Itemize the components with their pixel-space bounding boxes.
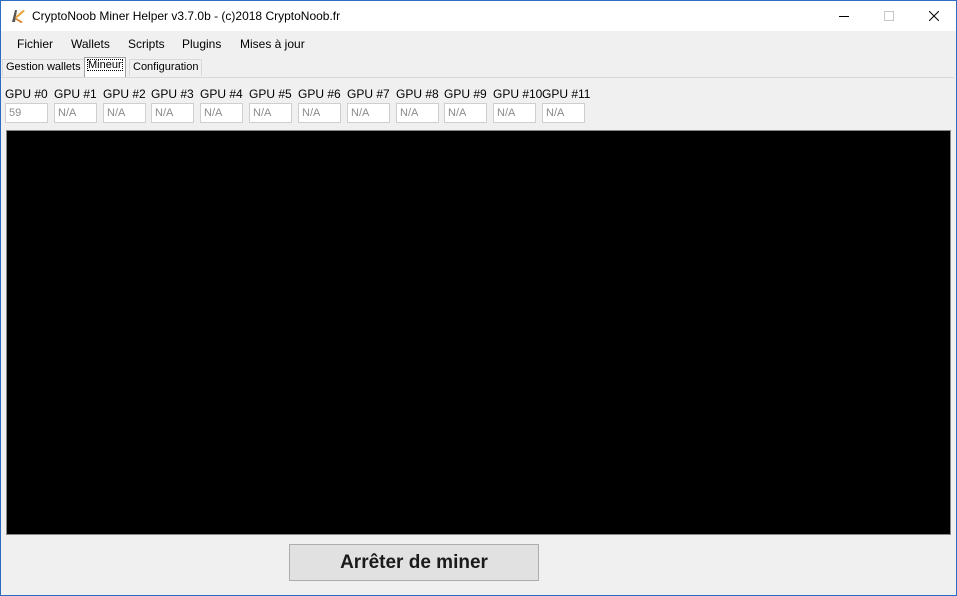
- app-window: CryptoNoob Miner Helper v3.7.0b - (c)201…: [0, 0, 957, 596]
- gpu-value-field[interactable]: N/A: [249, 103, 292, 123]
- gpu-value-field[interactable]: N/A: [298, 103, 341, 123]
- menu-plugins[interactable]: Plugins: [182, 37, 221, 51]
- gpu-label: GPU #7: [347, 87, 390, 101]
- window-title: CryptoNoob Miner Helper v3.7.0b - (c)201…: [32, 9, 341, 23]
- gpu-value-field[interactable]: 59: [5, 103, 48, 123]
- mineur-panel: GPU #0 GPU #1 GPU #2 GPU #3 GPU #4 GPU #…: [1, 77, 954, 594]
- menu-scripts[interactable]: Scripts: [128, 37, 165, 51]
- gpu-label: GPU #4: [200, 87, 243, 101]
- tab-strip: Gestion wallets Mineur Configuration: [1, 57, 956, 77]
- gpu-value-field[interactable]: N/A: [103, 103, 146, 123]
- stop-mining-button[interactable]: Arrêter de miner: [289, 544, 539, 581]
- gpu-label: GPU #3: [151, 87, 194, 101]
- gpu-value-field[interactable]: N/A: [493, 103, 536, 123]
- app-icon: [10, 8, 26, 24]
- title-bar[interactable]: CryptoNoob Miner Helper v3.7.0b - (c)201…: [1, 1, 956, 31]
- menu-bar: Fichier Wallets Scripts Plugins Mises à …: [1, 31, 956, 56]
- gpu-value-field[interactable]: N/A: [396, 103, 439, 123]
- menu-fichier[interactable]: Fichier: [17, 37, 53, 51]
- tab-mineur[interactable]: Mineur: [84, 57, 126, 77]
- gpu-label: GPU #5: [249, 87, 292, 101]
- gpu-label: GPU #10: [493, 87, 543, 101]
- menu-wallets[interactable]: Wallets: [71, 37, 110, 51]
- menu-mises-a-jour[interactable]: Mises à jour: [240, 37, 305, 51]
- gpu-label: GPU #9: [444, 87, 487, 101]
- gpu-label: GPU #1: [54, 87, 97, 101]
- gpu-value-field[interactable]: N/A: [151, 103, 194, 123]
- gpu-value-field[interactable]: N/A: [542, 103, 585, 123]
- gpu-label: GPU #11: [542, 87, 591, 101]
- tab-configuration[interactable]: Configuration: [129, 59, 203, 76]
- gpu-label: GPU #2: [103, 87, 146, 101]
- miner-console-output[interactable]: [6, 130, 951, 535]
- close-icon: [928, 11, 939, 21]
- minimize-button[interactable]: [821, 1, 866, 31]
- gpu-value-field[interactable]: N/A: [54, 103, 97, 123]
- minimize-icon: [838, 16, 849, 17]
- maximize-button[interactable]: [866, 1, 911, 31]
- gpu-label: GPU #8: [396, 87, 439, 101]
- tab-label: Gestion wallets: [6, 61, 81, 73]
- maximize-icon: [883, 11, 894, 21]
- gpu-value-field[interactable]: N/A: [200, 103, 243, 123]
- tab-gestion-wallets[interactable]: Gestion wallets: [2, 59, 85, 76]
- gpu-value-field[interactable]: N/A: [347, 103, 390, 123]
- gpu-label: GPU #0: [5, 87, 48, 101]
- tab-label: Mineur: [87, 59, 123, 71]
- close-button[interactable]: [911, 1, 956, 31]
- gpu-label: GPU #6: [298, 87, 341, 101]
- gpu-value-field[interactable]: N/A: [444, 103, 487, 123]
- tab-label: Configuration: [133, 61, 199, 73]
